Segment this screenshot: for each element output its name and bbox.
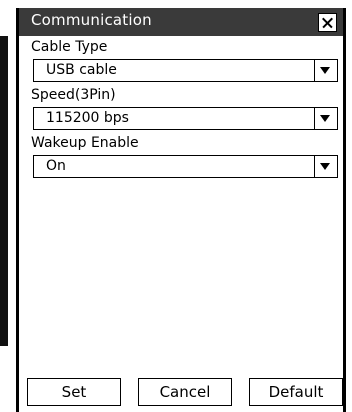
wakeup-enable-value: On (46, 158, 66, 174)
dialog-title: Communication (31, 11, 152, 29)
close-icon[interactable] (318, 13, 337, 32)
chevron-down-icon (320, 163, 330, 170)
cancel-button[interactable]: Cancel (138, 378, 232, 406)
cable-type-dropdown-button[interactable] (314, 60, 337, 81)
default-button[interactable]: Default (249, 378, 343, 406)
speed-select[interactable]: 115200 bps (33, 107, 338, 130)
wakeup-enable-label: Wakeup Enable (31, 135, 139, 151)
wakeup-enable-select[interactable]: On (33, 155, 338, 178)
dialog-titlebar: Communication (19, 8, 343, 36)
window-edge-marker (0, 36, 8, 346)
cable-type-label: Cable Type (31, 39, 108, 55)
speed-value: 115200 bps (46, 110, 129, 126)
cable-type-value: USB cable (46, 62, 117, 78)
background-window-edge (0, 0, 16, 412)
speed-dropdown-button[interactable] (314, 108, 337, 129)
chevron-down-icon (320, 67, 330, 74)
cable-type-select[interactable]: USB cable (33, 59, 338, 82)
chevron-down-icon (320, 115, 330, 122)
communication-dialog: Communication Cable Type USB cable Speed… (16, 8, 346, 412)
wakeup-enable-dropdown-button[interactable] (314, 156, 337, 177)
set-button[interactable]: Set (27, 378, 121, 406)
speed-label: Speed(3Pin) (31, 87, 116, 103)
